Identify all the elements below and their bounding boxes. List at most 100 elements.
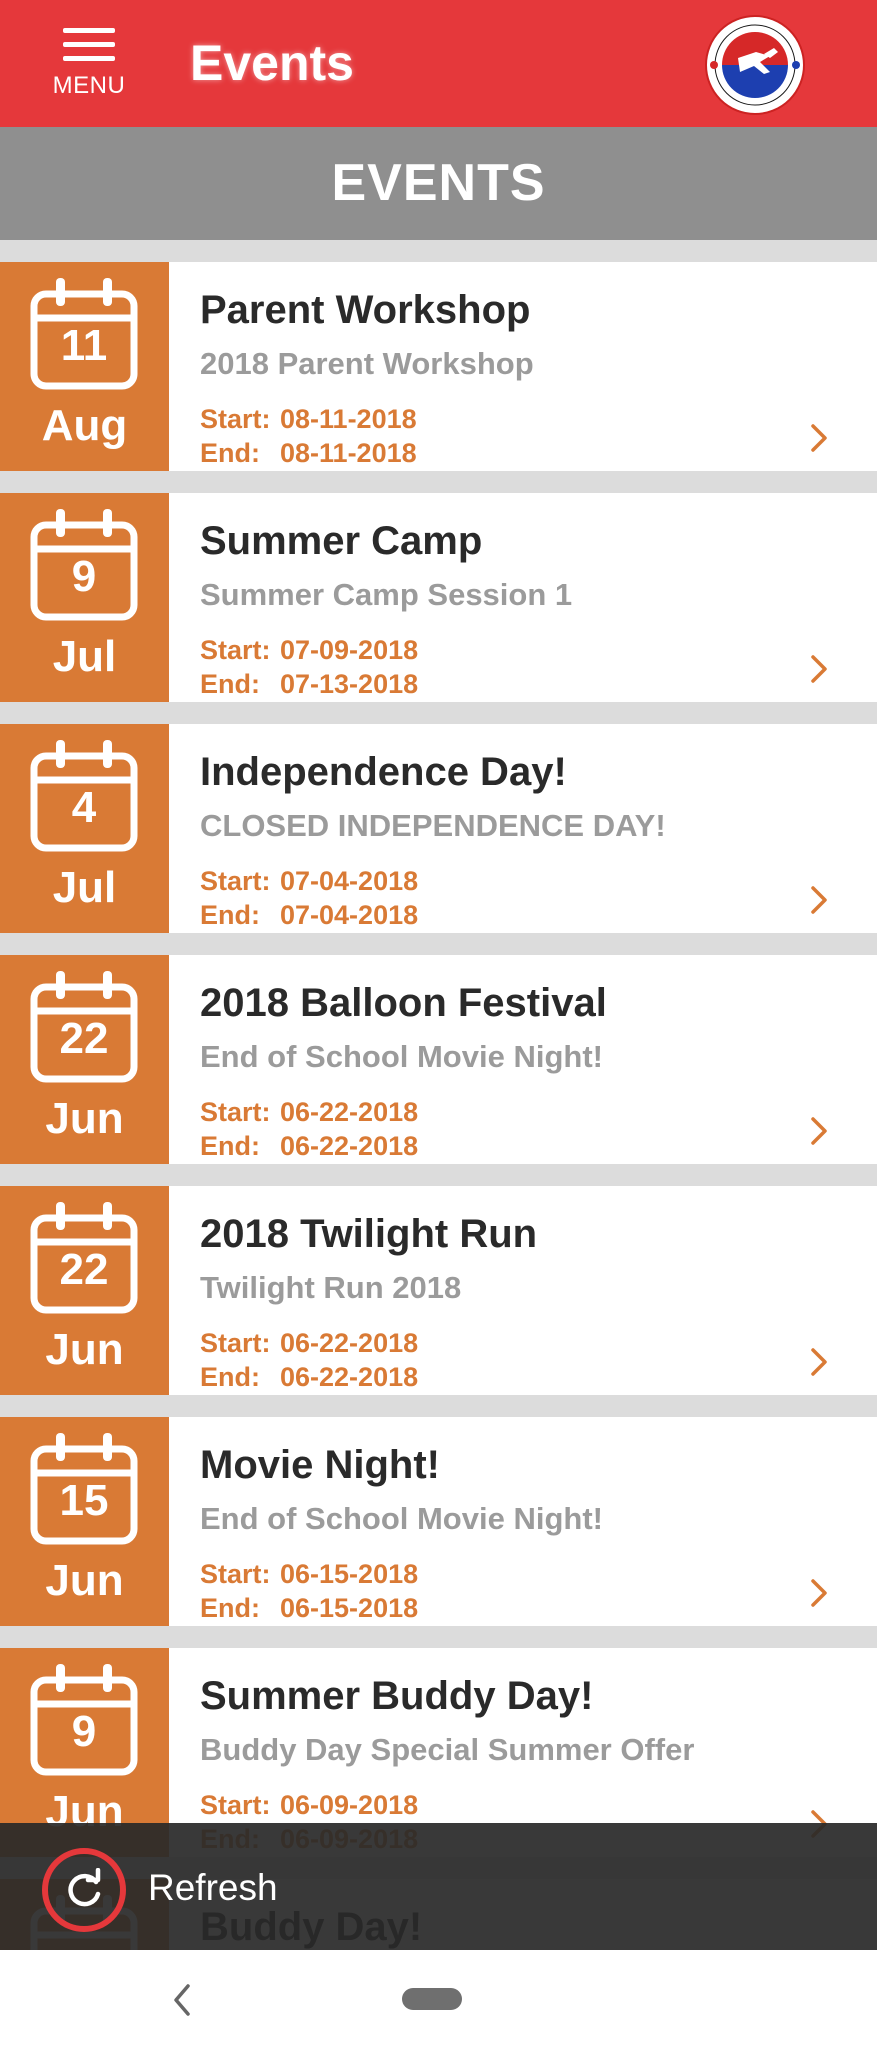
start-label: Start: <box>200 1097 271 1127</box>
app-title: Events <box>190 35 354 91</box>
start-date: 08-11-2018 <box>280 404 417 434</box>
logo <box>705 15 805 115</box>
date-tile: 4 Jul <box>0 724 169 933</box>
event-title: Summer Buddy Day! <box>200 1674 594 1718</box>
event-subtitle: CLOSED INDEPENDENCE DAY! <box>200 808 666 843</box>
end-label: End: <box>200 1362 260 1392</box>
end-label: End: <box>200 1131 260 1161</box>
event-start: Start: 06-22-2018 <box>200 1095 418 1129</box>
start-date: 06-15-2018 <box>280 1559 419 1589</box>
event-dates: Start: 08-11-2018 End: 08-11-2018 <box>200 402 417 470</box>
start-date: 06-22-2018 <box>280 1097 419 1127</box>
event-row[interactable]: 22 Jun 2018 Balloon Festival End of Scho… <box>0 955 877 1164</box>
event-subtitle: End of School Movie Night! <box>200 1501 603 1536</box>
system-nav-bar <box>0 1950 877 2048</box>
chevron-right-icon[interactable] <box>808 653 830 685</box>
event-title: Parent Workshop <box>200 288 531 332</box>
snackbar: Refresh <box>0 1823 877 1950</box>
event-start: Start: 07-04-2018 <box>200 864 418 898</box>
event-day: 22 <box>59 1245 109 1294</box>
event-title: Movie Night! <box>200 1443 440 1487</box>
end-date: 08-11-2018 <box>280 438 417 468</box>
event-start: Start: 08-11-2018 <box>200 402 417 436</box>
event-day: 15 <box>59 1476 109 1525</box>
date-tile: 11 Aug <box>0 262 169 471</box>
event-dates: Start: 07-09-2018 End: 07-13-2018 <box>200 633 418 701</box>
date-tile: 22 Jun <box>0 1186 169 1395</box>
start-label: Start: <box>200 1790 271 1820</box>
date-tile: 15 Jun <box>0 1417 169 1626</box>
chevron-right-icon[interactable] <box>808 1577 830 1609</box>
event-month: Jun <box>45 1325 124 1374</box>
event-row[interactable]: 11 Aug Parent Workshop 2018 Parent Works… <box>0 262 877 471</box>
end-label: End: <box>200 1593 260 1623</box>
event-month: Aug <box>41 401 128 450</box>
event-row[interactable]: 4 Jul Independence Day! CLOSED INDEPENDE… <box>0 724 877 933</box>
event-row[interactable]: 15 Jun Movie Night! End of School Movie … <box>0 1417 877 1626</box>
event-dates: Start: 06-22-2018 End: 06-22-2018 <box>200 1326 418 1394</box>
date-tile: 22 Jun <box>0 955 169 1164</box>
event-start: Start: 06-15-2018 <box>200 1557 418 1591</box>
event-row[interactable]: 9 Jul Summer Camp Summer Camp Session 1 … <box>0 493 877 702</box>
date-tile: 9 Jul <box>0 493 169 702</box>
event-end: End: 07-04-2018 <box>200 898 418 932</box>
chevron-right-icon[interactable] <box>808 1115 830 1147</box>
start-label: Start: <box>200 866 271 896</box>
start-date: 06-22-2018 <box>280 1328 419 1358</box>
event-day: 22 <box>59 1014 109 1063</box>
event-start: Start: 06-22-2018 <box>200 1326 418 1360</box>
event-end: End: 08-11-2018 <box>200 436 417 470</box>
start-date: 06-09-2018 <box>280 1790 419 1820</box>
start-label: Start: <box>200 635 271 665</box>
start-date: 07-04-2018 <box>280 866 419 896</box>
chevron-right-icon[interactable] <box>808 422 830 454</box>
end-date: 07-13-2018 <box>280 669 419 699</box>
chevron-right-icon[interactable] <box>808 1346 830 1378</box>
app-bar: MENU Events <box>0 0 877 127</box>
event-day: 9 <box>71 552 97 601</box>
end-label: End: <box>200 438 260 468</box>
start-label: Start: <box>200 404 271 434</box>
event-month: Jul <box>52 863 117 912</box>
event-start: Start: 07-09-2018 <box>200 633 418 667</box>
refresh-icon <box>68 1868 101 1907</box>
start-label: Start: <box>200 1328 271 1358</box>
event-month: Jun <box>45 1556 124 1605</box>
event-title: 2018 Twilight Run <box>200 1212 538 1256</box>
event-end: End: 06-22-2018 <box>200 1360 418 1394</box>
event-subtitle: Buddy Day Special Summer Offer <box>200 1732 695 1767</box>
event-dates: Start: 06-15-2018 End: 06-15-2018 <box>200 1557 418 1625</box>
event-title: Summer Camp <box>200 519 483 563</box>
refresh-button[interactable] <box>42 1848 126 1932</box>
event-month: Jun <box>45 1094 124 1143</box>
start-date: 07-09-2018 <box>280 635 419 665</box>
back-icon[interactable] <box>168 1980 194 2020</box>
event-end: End: 06-22-2018 <box>200 1129 418 1163</box>
event-day: 4 <box>71 783 97 832</box>
event-subtitle: 2018 Parent Workshop <box>200 346 534 381</box>
event-subtitle: Twilight Run 2018 <box>200 1270 462 1305</box>
event-dates: Start: 06-22-2018 End: 06-22-2018 <box>200 1095 418 1163</box>
event-start: Start: 06-09-2018 <box>200 1788 418 1822</box>
home-pill[interactable] <box>402 1988 462 2010</box>
menu-icon <box>63 24 115 64</box>
menu-label: MENU <box>52 72 126 99</box>
event-row[interactable]: 22 Jun 2018 Twilight Run Twilight Run 20… <box>0 1186 877 1395</box>
event-subtitle: Summer Camp Session 1 <box>200 577 573 612</box>
snackbar-text: Refresh <box>148 1867 278 1908</box>
event-title: 2018 Balloon Festival <box>200 981 607 1025</box>
event-dates: Start: 07-04-2018 End: 07-04-2018 <box>200 864 418 932</box>
end-date: 06-22-2018 <box>280 1131 419 1161</box>
section-title: EVENTS <box>0 127 877 240</box>
event-month: Jul <box>52 632 117 681</box>
end-label: End: <box>200 900 260 930</box>
event-subtitle: End of School Movie Night! <box>200 1039 603 1074</box>
chevron-right-icon[interactable] <box>808 884 830 916</box>
end-date: 06-15-2018 <box>280 1593 419 1623</box>
event-end: End: 06-15-2018 <box>200 1591 418 1625</box>
end-date: 07-04-2018 <box>280 900 419 930</box>
menu-button[interactable]: MENU <box>48 24 130 114</box>
start-label: Start: <box>200 1559 271 1589</box>
end-label: End: <box>200 669 260 699</box>
event-day: 11 <box>60 321 108 370</box>
